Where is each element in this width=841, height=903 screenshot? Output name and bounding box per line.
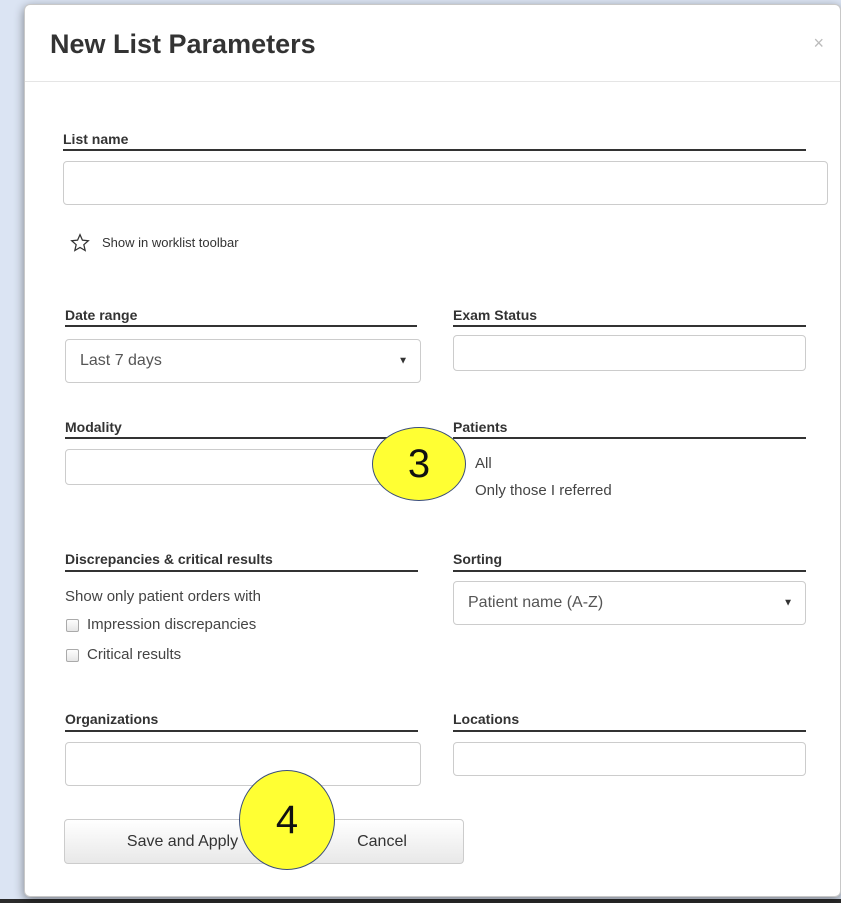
sorting-select[interactable]: Patient name (A-Z) ▼	[453, 581, 806, 625]
patients-option-referred[interactable]: Only those I referred	[475, 482, 612, 499]
list-name-input[interactable]	[63, 161, 828, 205]
sorting-label: Sorting	[453, 551, 502, 567]
patients-label: Patients	[453, 419, 508, 435]
modality-divider	[65, 437, 418, 439]
locations-label: Locations	[453, 711, 520, 727]
backdrop-edge	[0, 899, 841, 903]
critical-results-label[interactable]: Critical results	[87, 646, 181, 663]
dropdown-arrow-icon: ▼	[398, 355, 408, 367]
organizations-divider	[65, 730, 418, 732]
exam-status-label: Exam Status	[453, 307, 538, 323]
dropdown-arrow-icon: ▼	[783, 597, 793, 609]
impression-discrepancies-label[interactable]: Impression discrepancies	[87, 616, 256, 633]
locations-input[interactable]	[453, 742, 806, 776]
discrepancies-divider	[65, 570, 418, 572]
patients-divider	[453, 437, 806, 439]
date-range-value: Last 7 days	[80, 352, 162, 369]
dialog-header: New List Parameters ×	[25, 5, 840, 82]
modality-label: Modality	[65, 419, 122, 435]
list-name-label: List name	[63, 131, 129, 147]
page-backdrop	[0, 0, 24, 903]
organizations-label: Organizations	[65, 711, 159, 727]
dialog-title: New List Parameters	[50, 29, 316, 59]
impression-discrepancies-checkbox[interactable]	[66, 619, 79, 632]
organizations-input[interactable]	[65, 742, 421, 786]
locations-divider	[453, 730, 806, 732]
modality-input[interactable]	[65, 449, 418, 485]
exam-status-input[interactable]	[453, 335, 806, 371]
callout-4: 4	[239, 770, 335, 870]
patients-option-all[interactable]: All	[475, 455, 492, 472]
new-list-dialog: New List Parameters × List name Show in …	[24, 4, 841, 897]
date-range-label: Date range	[65, 307, 138, 323]
show-in-toolbar-label: Show in worklist toolbar	[102, 235, 239, 250]
date-range-divider	[65, 325, 417, 327]
discrepancies-description: Show only patient orders with	[65, 588, 261, 605]
critical-results-checkbox[interactable]	[66, 649, 79, 662]
sorting-divider	[453, 570, 806, 572]
exam-status-divider	[453, 325, 806, 327]
star-outline-icon[interactable]	[70, 233, 90, 253]
date-range-select[interactable]: Last 7 days ▼	[65, 339, 421, 383]
close-icon[interactable]: ×	[813, 33, 824, 54]
list-name-divider	[63, 149, 806, 151]
sorting-value: Patient name (A-Z)	[468, 594, 604, 611]
discrepancies-label: Discrepancies & critical results	[65, 551, 273, 567]
callout-3: 3	[372, 427, 466, 501]
